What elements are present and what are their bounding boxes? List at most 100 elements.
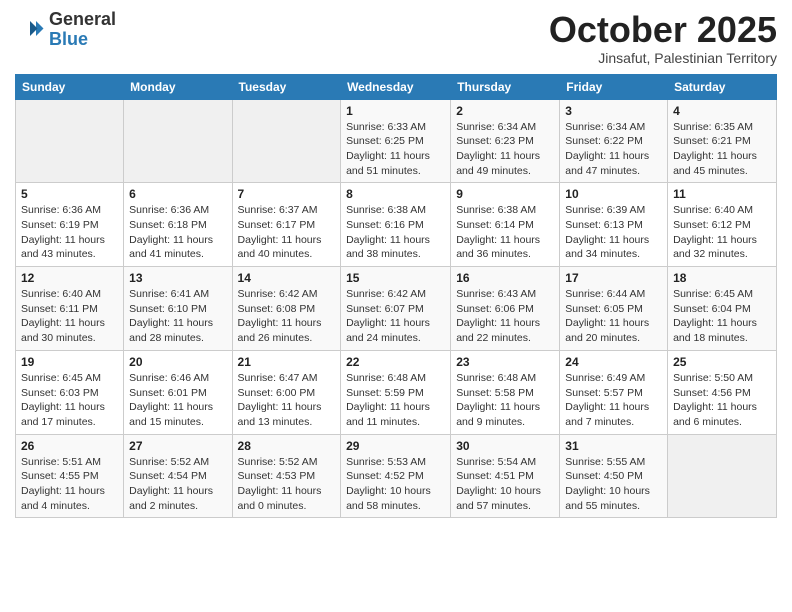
day-info: Sunrise: 6:47 AM Sunset: 6:00 PM Dayligh… <box>238 371 336 430</box>
calendar-cell: 21 Sunrise: 6:47 AM Sunset: 6:00 PM Dayli… <box>232 350 341 434</box>
calendar-cell: 30Sunrise: 5:54 AM Sunset: 4:51 PM Dayli… <box>451 434 560 518</box>
day-info: Sunrise: 6:48 AM Sunset: 5:58 PM Dayligh… <box>456 371 554 430</box>
day-number: 16 <box>456 271 554 285</box>
calendar-cell: 14 Sunrise: 6:42 AM Sunset: 6:08 PM Dayli… <box>232 267 341 351</box>
calendar-cell: 10Sunrise: 6:39 AM Sunset: 6:13 PM Dayli… <box>560 183 668 267</box>
calendar-week-row: 5 Sunrise: 6:36 AM Sunset: 6:19 PM Daylig… <box>16 183 777 267</box>
day-number: 27 <box>129 439 226 453</box>
day-number: 1 <box>346 104 445 118</box>
calendar-cell: 8Sunrise: 6:38 AM Sunset: 6:16 PM Daylig… <box>341 183 451 267</box>
calendar-week-row: 19Sunrise: 6:45 AM Sunset: 6:03 PM Dayli… <box>16 350 777 434</box>
day-number: 2 <box>456 104 554 118</box>
logo: General Blue <box>15 10 116 50</box>
calendar-table: SundayMondayTuesdayWednesdayThursdayFrid… <box>15 74 777 519</box>
calendar-header-row: SundayMondayTuesdayWednesdayThursdayFrid… <box>16 74 777 99</box>
day-number: 21 <box>238 355 336 369</box>
calendar-cell: 7Sunrise: 6:37 AM Sunset: 6:17 PM Daylig… <box>232 183 341 267</box>
calendar-cell: 15 Sunrise: 6:42 AM Sunset: 6:07 PM Dayli… <box>341 267 451 351</box>
day-info: Sunrise: 6:45 AM Sunset: 6:04 PM Dayligh… <box>673 287 771 346</box>
logo-icon <box>15 15 45 45</box>
day-info: Sunrise: 5:51 AM Sunset: 4:55 PM Dayligh… <box>21 455 118 514</box>
day-info: Sunrise: 6:36 AM Sunset: 6:19 PM Dayligh… <box>21 203 118 262</box>
calendar-cell: 11 Sunrise: 6:40 AM Sunset: 6:12 PM Dayli… <box>668 183 777 267</box>
calendar-header-tuesday: Tuesday <box>232 74 341 99</box>
day-info: Sunrise: 6:40 AM Sunset: 6:12 PM Dayligh… <box>673 203 771 262</box>
day-number: 6 <box>129 187 226 201</box>
calendar-cell: 31Sunrise: 5:55 AM Sunset: 4:50 PM Dayli… <box>560 434 668 518</box>
calendar-cell: 1 Sunrise: 6:33 AM Sunset: 6:25 PM Daylig… <box>341 99 451 183</box>
day-number: 13 <box>129 271 226 285</box>
day-info: Sunrise: 5:52 AM Sunset: 4:53 PM Dayligh… <box>238 455 336 514</box>
day-info: Sunrise: 5:50 AM Sunset: 4:56 PM Dayligh… <box>673 371 771 430</box>
calendar-cell: 12 Sunrise: 6:40 AM Sunset: 6:11 PM Dayli… <box>16 267 124 351</box>
day-number: 29 <box>346 439 445 453</box>
day-number: 14 <box>238 271 336 285</box>
day-number: 26 <box>21 439 118 453</box>
day-info: Sunrise: 6:41 AM Sunset: 6:10 PM Dayligh… <box>129 287 226 346</box>
day-number: 4 <box>673 104 771 118</box>
day-number: 3 <box>565 104 662 118</box>
calendar-cell: 23 Sunrise: 6:48 AM Sunset: 5:58 PM Dayli… <box>451 350 560 434</box>
day-number: 9 <box>456 187 554 201</box>
calendar-cell: 29 Sunrise: 5:53 AM Sunset: 4:52 PM Dayli… <box>341 434 451 518</box>
day-number: 18 <box>673 271 771 285</box>
day-info: Sunrise: 6:34 AM Sunset: 6:22 PM Dayligh… <box>565 120 662 179</box>
day-info: Sunrise: 5:54 AM Sunset: 4:51 PM Dayligh… <box>456 455 554 514</box>
calendar-cell: 28 Sunrise: 5:52 AM Sunset: 4:53 PM Dayli… <box>232 434 341 518</box>
day-info: Sunrise: 6:43 AM Sunset: 6:06 PM Dayligh… <box>456 287 554 346</box>
calendar-cell <box>232 99 341 183</box>
day-info: Sunrise: 6:44 AM Sunset: 6:05 PM Dayligh… <box>565 287 662 346</box>
day-number: 20 <box>129 355 226 369</box>
calendar-cell <box>668 434 777 518</box>
calendar-cell: 26 Sunrise: 5:51 AM Sunset: 4:55 PM Dayli… <box>16 434 124 518</box>
calendar-cell: 25 Sunrise: 5:50 AM Sunset: 4:56 PM Dayli… <box>668 350 777 434</box>
calendar-cell: 16 Sunrise: 6:43 AM Sunset: 6:06 PM Dayli… <box>451 267 560 351</box>
calendar-header-thursday: Thursday <box>451 74 560 99</box>
day-number: 7 <box>238 187 336 201</box>
day-number: 19 <box>21 355 118 369</box>
calendar-cell: 4Sunrise: 6:35 AM Sunset: 6:21 PM Daylig… <box>668 99 777 183</box>
day-number: 28 <box>238 439 336 453</box>
calendar-cell <box>124 99 232 183</box>
day-number: 24 <box>565 355 662 369</box>
calendar-cell: 3 Sunrise: 6:34 AM Sunset: 6:22 PM Daylig… <box>560 99 668 183</box>
calendar-cell: 27 Sunrise: 5:52 AM Sunset: 4:54 PM Dayli… <box>124 434 232 518</box>
calendar-cell: 18 Sunrise: 6:45 AM Sunset: 6:04 PM Dayli… <box>668 267 777 351</box>
day-info: Sunrise: 6:46 AM Sunset: 6:01 PM Dayligh… <box>129 371 226 430</box>
calendar-cell: 19Sunrise: 6:45 AM Sunset: 6:03 PM Dayli… <box>16 350 124 434</box>
day-info: Sunrise: 5:53 AM Sunset: 4:52 PM Dayligh… <box>346 455 445 514</box>
day-number: 11 <box>673 187 771 201</box>
calendar-cell: 2Sunrise: 6:34 AM Sunset: 6:23 PM Daylig… <box>451 99 560 183</box>
day-number: 15 <box>346 271 445 285</box>
day-info: Sunrise: 6:40 AM Sunset: 6:11 PM Dayligh… <box>21 287 118 346</box>
calendar-cell: 20 Sunrise: 6:46 AM Sunset: 6:01 PM Dayli… <box>124 350 232 434</box>
day-info: Sunrise: 6:36 AM Sunset: 6:18 PM Dayligh… <box>129 203 226 262</box>
calendar-cell: 17Sunrise: 6:44 AM Sunset: 6:05 PM Dayli… <box>560 267 668 351</box>
day-number: 31 <box>565 439 662 453</box>
title-area: October 2025 Jinsafut, Palestinian Terri… <box>549 10 777 66</box>
page-header: General Blue October 2025 Jinsafut, Pale… <box>15 10 777 66</box>
month-title: October 2025 <box>549 10 777 50</box>
calendar-header-monday: Monday <box>124 74 232 99</box>
day-number: 5 <box>21 187 118 201</box>
calendar-header-wednesday: Wednesday <box>341 74 451 99</box>
location-subtitle: Jinsafut, Palestinian Territory <box>549 50 777 66</box>
day-number: 25 <box>673 355 771 369</box>
calendar-header-sunday: Sunday <box>16 74 124 99</box>
day-info: Sunrise: 6:38 AM Sunset: 6:16 PM Dayligh… <box>346 203 445 262</box>
calendar-header-friday: Friday <box>560 74 668 99</box>
calendar-week-row: 26 Sunrise: 5:51 AM Sunset: 4:55 PM Dayli… <box>16 434 777 518</box>
logo-blue-text: Blue <box>49 30 116 50</box>
day-info: Sunrise: 6:49 AM Sunset: 5:57 PM Dayligh… <box>565 371 662 430</box>
calendar-cell: 5 Sunrise: 6:36 AM Sunset: 6:19 PM Daylig… <box>16 183 124 267</box>
calendar-cell: 13 Sunrise: 6:41 AM Sunset: 6:10 PM Dayli… <box>124 267 232 351</box>
day-info: Sunrise: 5:52 AM Sunset: 4:54 PM Dayligh… <box>129 455 226 514</box>
calendar-header-saturday: Saturday <box>668 74 777 99</box>
day-number: 23 <box>456 355 554 369</box>
calendar-cell <box>16 99 124 183</box>
calendar-cell: 22Sunrise: 6:48 AM Sunset: 5:59 PM Dayli… <box>341 350 451 434</box>
day-info: Sunrise: 6:33 AM Sunset: 6:25 PM Dayligh… <box>346 120 445 179</box>
day-info: Sunrise: 6:42 AM Sunset: 6:07 PM Dayligh… <box>346 287 445 346</box>
day-number: 12 <box>21 271 118 285</box>
day-info: Sunrise: 6:42 AM Sunset: 6:08 PM Dayligh… <box>238 287 336 346</box>
